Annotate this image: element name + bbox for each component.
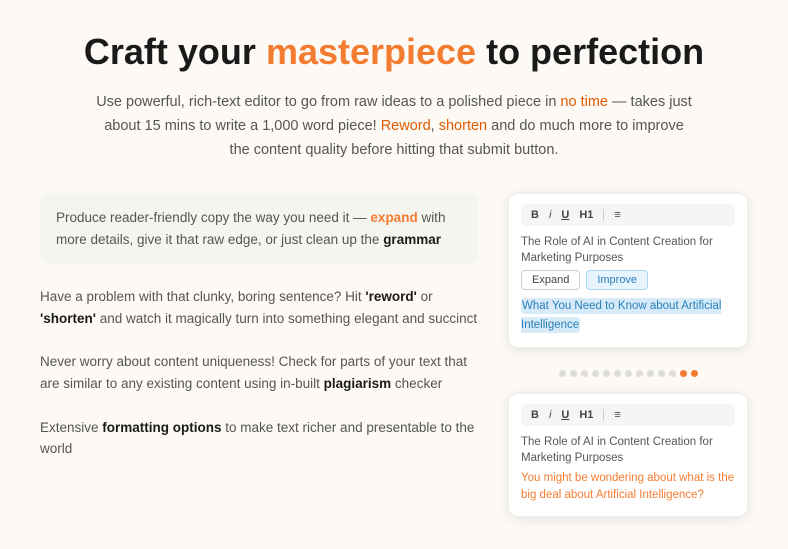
editor-toolbar-2: B i U H1 ≡: [521, 404, 735, 426]
highlight-notime: no time: [560, 94, 608, 110]
dot-5: [603, 370, 610, 377]
keyword-reword: 'reword': [365, 289, 416, 304]
dot-10: [658, 370, 665, 377]
editor-highlighted-text: What You Need to Know about Artificial I…: [521, 298, 721, 333]
dot-13-active: [691, 370, 698, 377]
keyword-formatting: formatting options: [102, 420, 221, 435]
feature-expand: Produce reader-friendly copy the way you…: [40, 193, 478, 264]
feature-formatting-text1: Extensive: [40, 420, 102, 435]
pagination-dots: [508, 370, 748, 377]
feature-plagiarism: Never worry about content uniqueness! Ch…: [40, 351, 478, 394]
title-suffix: to perfection: [476, 31, 704, 72]
dot-11: [669, 370, 676, 377]
title-prefix: Craft your: [84, 31, 266, 72]
expand-button[interactable]: Expand: [521, 270, 580, 290]
dot-9: [647, 370, 654, 377]
editor-card-2-body: You might be wondering about what is the…: [521, 470, 735, 505]
keyword-expand: expand: [370, 210, 417, 225]
toolbar-h1-1[interactable]: H1: [577, 208, 595, 222]
feature-reword: Have a problem with that clunky, boring …: [40, 286, 478, 329]
toolbar-h1-2[interactable]: H1: [577, 408, 595, 422]
keyword-grammar: grammar: [383, 232, 441, 247]
toolbar-list-2[interactable]: ≡: [612, 408, 622, 422]
feature-plagiarism-text2: checker: [391, 376, 442, 391]
title-accent: masterpiece: [266, 31, 476, 72]
dot-4: [592, 370, 599, 377]
editor-card-1: B i U H1 ≡ The Role of AI in Content Cre…: [508, 193, 748, 348]
toolbar-divider-2: [603, 409, 604, 421]
toolbar-italic-1[interactable]: i: [547, 208, 553, 222]
improve-button[interactable]: Improve: [586, 270, 648, 290]
highlight-reword: Reword: [381, 118, 431, 134]
keyword-plagiarism: plagiarism: [324, 376, 392, 391]
dot-2: [570, 370, 577, 377]
dot-6: [614, 370, 621, 377]
toolbar-italic-2[interactable]: i: [547, 408, 553, 422]
feature-reword-text1: Have a problem with that clunky, boring …: [40, 289, 365, 304]
left-column: Produce reader-friendly copy the way you…: [40, 193, 478, 460]
editor-card-1-title: The Role of AI in Content Creation for M…: [521, 234, 735, 266]
editor-card-2-title: The Role of AI in Content Creation for M…: [521, 434, 735, 466]
content-area: Produce reader-friendly copy the way you…: [40, 193, 748, 517]
dot-7: [625, 370, 632, 377]
toolbar-divider-1: [603, 209, 604, 221]
toolbar-bold-1[interactable]: B: [529, 208, 541, 222]
dot-3: [581, 370, 588, 377]
dot-8: [636, 370, 643, 377]
dot-12-active: [680, 370, 687, 377]
editor-toolbar-1: B i U H1 ≡: [521, 204, 735, 226]
hero-title: Craft your masterpiece to perfection: [40, 30, 748, 73]
toolbar-list-1[interactable]: ≡: [612, 208, 622, 222]
feature-reword-text2: or: [417, 289, 433, 304]
page-wrapper: Craft your masterpiece to perfection Use…: [0, 0, 788, 547]
highlight-shorten: shorten: [439, 118, 487, 134]
keyword-shorten: 'shorten': [40, 311, 96, 326]
feature-reword-text3: and watch it magically turn into somethi…: [96, 311, 477, 326]
feature-expand-text-before: Produce reader-friendly copy the way you…: [56, 210, 370, 225]
toolbar-underline-1[interactable]: U: [559, 208, 571, 222]
right-column: B i U H1 ≡ The Role of AI in Content Cre…: [508, 193, 748, 517]
hero-subtitle: Use powerful, rich-text editor to go fro…: [94, 91, 694, 163]
highlighted-text-block: What You Need to Know about Artificial I…: [521, 296, 735, 335]
toolbar-underline-2[interactable]: U: [559, 408, 571, 422]
expand-improve-row: Expand Improve: [521, 270, 735, 290]
editor-card-2: B i U H1 ≡ The Role of AI in Content Cre…: [508, 393, 748, 518]
feature-formatting: Extensive formatting options to make tex…: [40, 417, 478, 460]
toolbar-bold-2[interactable]: B: [529, 408, 541, 422]
dot-1: [559, 370, 566, 377]
